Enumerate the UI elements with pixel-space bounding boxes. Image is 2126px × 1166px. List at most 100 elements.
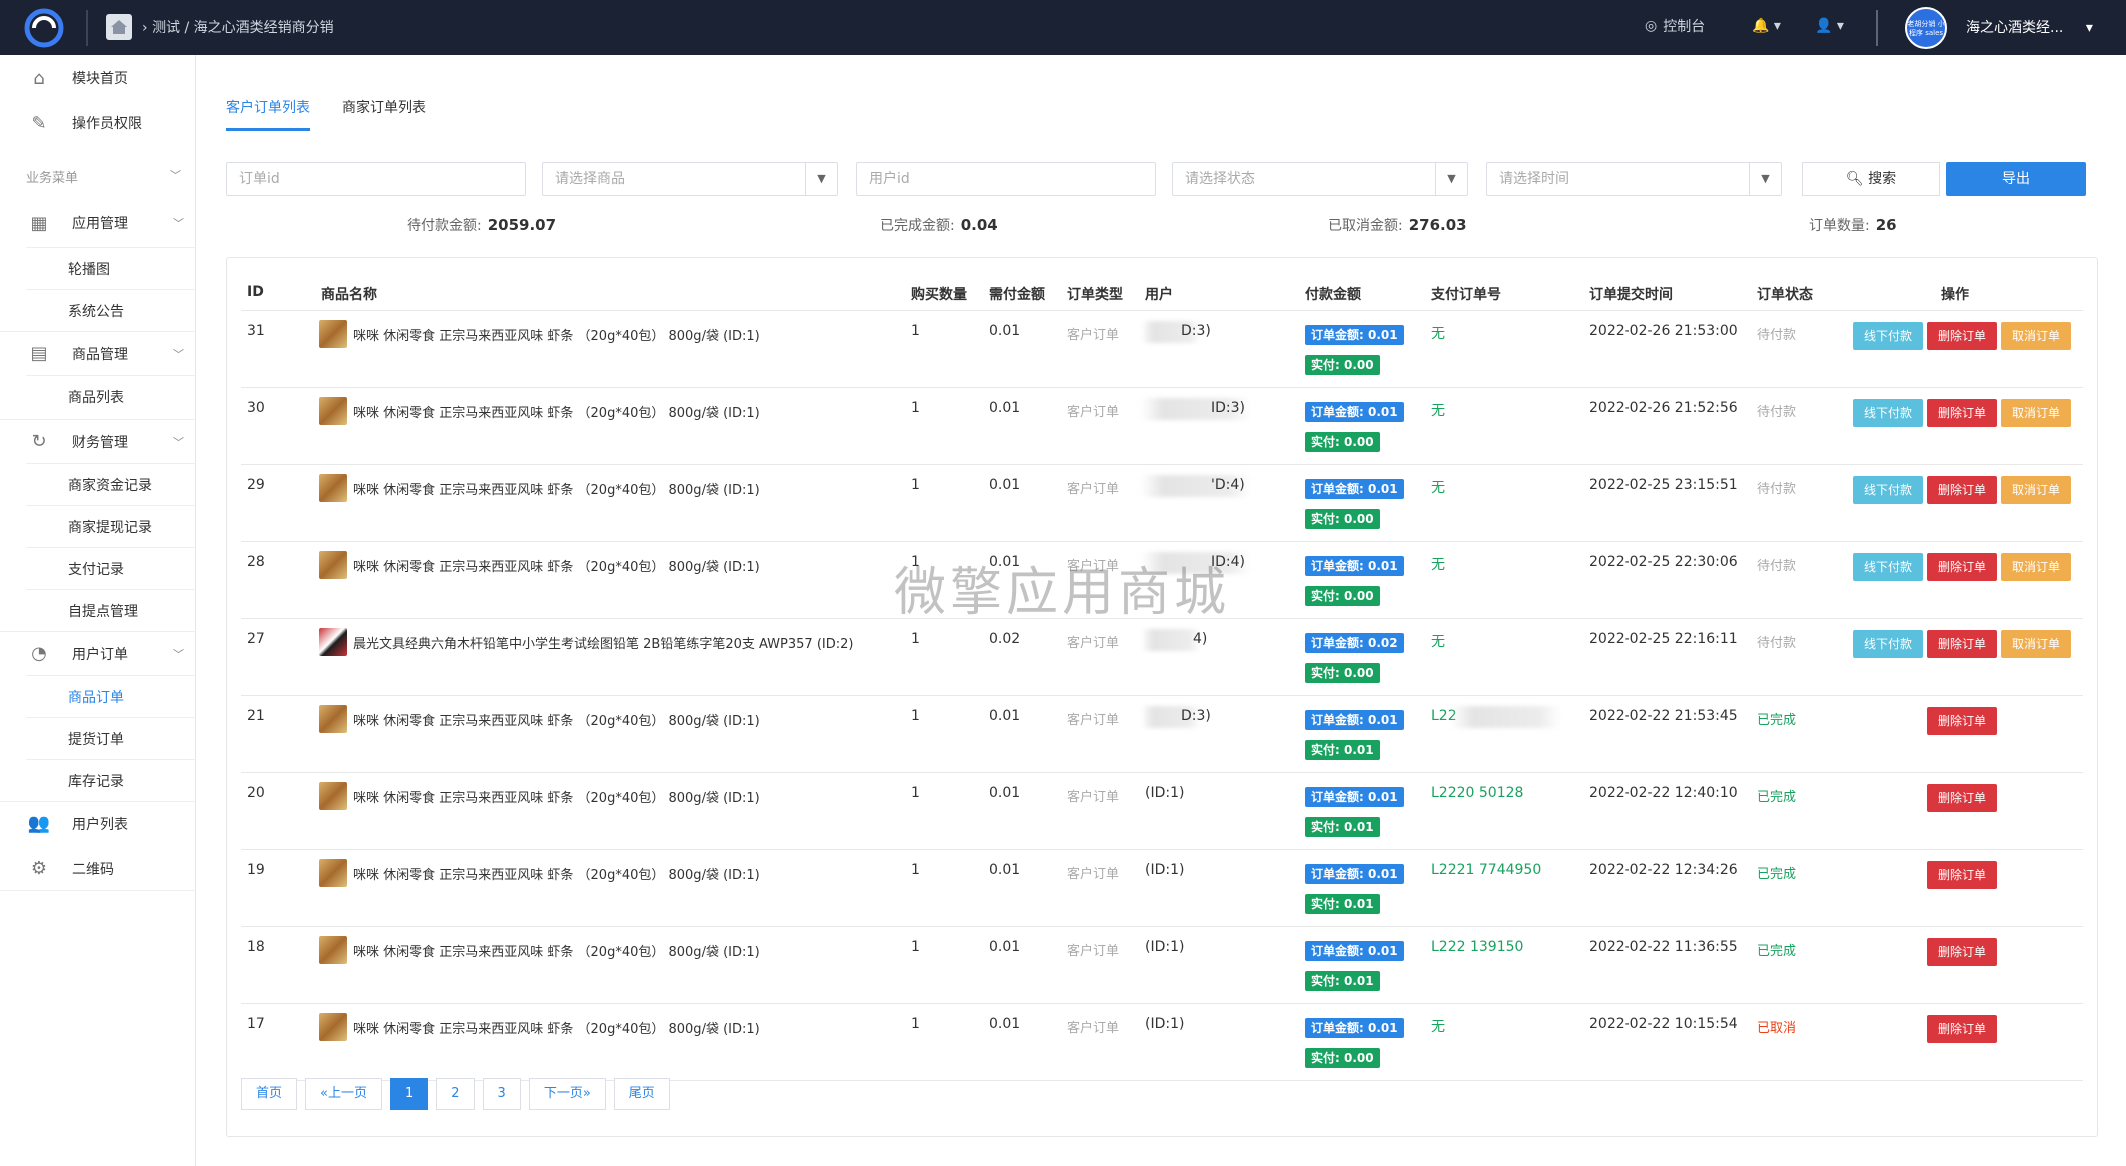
delete-order-button[interactable]: 删除订单: [1927, 707, 1997, 735]
order-id-input[interactable]: 订单id: [226, 162, 526, 196]
sidebar-sub-notice[interactable]: 系统公告: [26, 289, 196, 331]
delete-order-button[interactable]: 删除订单: [1927, 861, 1997, 889]
cell-pay-no: 无: [1431, 557, 1445, 573]
offline-pay-button[interactable]: 线下付款: [1853, 553, 1923, 581]
delete-order-button[interactable]: 删除订单: [1927, 1015, 1997, 1043]
sidebar-sub-goods-orders[interactable]: 商品订单: [26, 675, 196, 717]
cell-need-amount: 0.01: [989, 708, 1021, 724]
badge-value: 0.01: [1368, 1021, 1398, 1035]
delete-order-button[interactable]: 删除订单: [1927, 399, 1997, 427]
sidebar-item-user-list[interactable]: 👥 用户列表: [0, 801, 196, 845]
cell-user[interactable]: (ID:1): [1145, 862, 1184, 878]
control-panel-link[interactable]: ◎ 控制台: [1645, 16, 1705, 36]
paid-badge: 实付: 0.01: [1305, 740, 1380, 760]
sidebar-item-finance-mgmt[interactable]: ↻ 财务管理 ﹀: [0, 419, 196, 463]
sidebar-item-module-home[interactable]: ⌂ 模块首页: [0, 56, 196, 100]
sidebar-item-label: 用户订单: [72, 646, 128, 663]
stat-value: 276.03: [1408, 216, 1467, 234]
breadcrumb-text: 测试 / 海之心酒类经销商分销: [152, 20, 334, 36]
delete-order-button[interactable]: 删除订单: [1927, 322, 1997, 350]
sidebar-item-operator-permission[interactable]: ✎ 操作员权限: [0, 101, 196, 145]
cancel-order-button[interactable]: 取消订单: [2001, 476, 2071, 504]
page-3[interactable]: 3: [482, 1078, 521, 1110]
cell-user[interactable]: 4): [1193, 631, 1207, 647]
cell-goods[interactable]: 咪咪 休闲零食 正宗马来西亚风味 虾条 （20g*40包） 800g/袋 (ID…: [353, 556, 760, 575]
cell-goods[interactable]: 咪咪 休闲零食 正宗马来西亚风味 虾条 （20g*40包） 800g/袋 (ID…: [353, 710, 760, 729]
sidebar-sub-payment-records[interactable]: 支付记录: [26, 547, 196, 589]
time-select[interactable]: 请选择时间 ▼: [1486, 162, 1782, 196]
stat-value: 26: [1875, 216, 1897, 234]
cell-goods[interactable]: 咪咪 休闲零食 正宗马来西亚风味 虾条 （20g*40包） 800g/袋 (ID…: [353, 941, 760, 960]
cell-submit-time: 2022-02-22 12:40:10: [1589, 785, 1738, 801]
cancel-order-button[interactable]: 取消订单: [2001, 630, 2071, 658]
tab-customer-orders[interactable]: 客户订单列表: [226, 95, 310, 131]
goods-select[interactable]: 请选择商品 ▼: [542, 162, 838, 196]
cell-user[interactable]: ID:3): [1211, 400, 1245, 416]
cell-user[interactable]: (ID:1): [1145, 939, 1184, 955]
sidebar-sub-merchant-withdraw[interactable]: 商家提现记录: [26, 505, 196, 547]
cell-goods[interactable]: 咪咪 休闲零食 正宗马来西亚风味 虾条 （20g*40包） 800g/袋 (ID…: [353, 325, 760, 344]
tab-merchant-orders[interactable]: 商家订单列表: [342, 95, 426, 131]
sidebar-sub-pickup-orders[interactable]: 提货订单: [26, 717, 196, 759]
sidebar-group-business[interactable]: 业务菜单 ﹀: [26, 167, 196, 186]
cancel-order-button[interactable]: 取消订单: [2001, 553, 2071, 581]
cell-user[interactable]: (ID:1): [1145, 1016, 1184, 1032]
cell-goods[interactable]: 咪咪 休闲零食 正宗马来西亚风味 虾条 （20g*40包） 800g/袋 (ID…: [353, 479, 760, 498]
delete-order-button[interactable]: 删除订单: [1927, 784, 1997, 812]
offline-pay-button[interactable]: 线下付款: [1853, 399, 1923, 427]
cell-goods[interactable]: 咪咪 休闲零食 正宗马来西亚风味 虾条 （20g*40包） 800g/袋 (ID…: [353, 864, 760, 883]
delete-order-button[interactable]: 删除订单: [1927, 630, 1997, 658]
logo-icon[interactable]: [22, 6, 66, 50]
shop-dropdown[interactable]: 海之心酒类经... ▾: [1966, 17, 2093, 37]
paid-badge: 实付: 0.01: [1305, 817, 1380, 837]
sidebar-item-goods-mgmt[interactable]: ▤ 商品管理 ﹀: [0, 331, 196, 375]
bell-icon[interactable]: 🔔 ▾: [1752, 18, 1781, 34]
sidebar-sub-stock-records[interactable]: 库存记录: [26, 759, 196, 801]
cell-qty: 1: [911, 631, 920, 647]
search-button[interactable]: 🔍︎ 搜索: [1802, 162, 1940, 196]
cell-goods[interactable]: 咪咪 休闲零食 正宗马来西亚风味 虾条 （20g*40包） 800g/袋 (ID…: [353, 1018, 760, 1037]
cell-submit-time: 2022-02-26 21:52:56: [1589, 400, 1738, 416]
delete-order-button[interactable]: 删除订单: [1927, 553, 1997, 581]
cell-user[interactable]: 'D:4): [1211, 477, 1245, 493]
offline-pay-button[interactable]: 线下付款: [1853, 476, 1923, 504]
cell-need-amount: 0.01: [989, 477, 1021, 493]
home-icon[interactable]: [106, 14, 132, 40]
cell-id: 20: [247, 785, 265, 801]
cell-goods[interactable]: 咪咪 休闲零食 正宗马来西亚风味 虾条 （20g*40包） 800g/袋 (ID…: [353, 787, 760, 806]
cell-user[interactable]: D:3): [1181, 323, 1211, 339]
page-last[interactable]: 尾页: [613, 1078, 670, 1110]
page-prev[interactable]: «上一页: [305, 1078, 382, 1110]
cell-qty: 1: [911, 708, 920, 724]
cell-qty: 1: [911, 477, 920, 493]
sidebar-item-user-orders[interactable]: ◔ 用户订单 ﹀: [0, 631, 196, 675]
page-2[interactable]: 2: [436, 1078, 475, 1110]
delete-order-button[interactable]: 删除订单: [1927, 476, 1997, 504]
offline-pay-button[interactable]: 线下付款: [1853, 322, 1923, 350]
sidebar-sub-banner[interactable]: 轮播图: [26, 247, 196, 289]
page-1[interactable]: 1: [389, 1078, 429, 1110]
sidebar-item-qrcode[interactable]: ⚙ 二维码: [0, 847, 196, 891]
user-icon[interactable]: 👤 ▾: [1815, 18, 1844, 34]
cell-goods[interactable]: 咪咪 休闲零食 正宗马来西亚风味 虾条 （20g*40包） 800g/袋 (ID…: [353, 402, 760, 421]
sidebar-sub-merchant-funds[interactable]: 商家资金记录: [26, 463, 196, 505]
status-select[interactable]: 请选择状态 ▼: [1172, 162, 1468, 196]
sidebar-sub-pickup-points[interactable]: 自提点管理: [26, 589, 196, 631]
cell-goods[interactable]: 晨光文具经典六角木杆铅笔中小学生考试绘图铅笔 2B铅笔练字笔20支 AWP357…: [353, 633, 853, 652]
page-first[interactable]: 首页: [241, 1078, 298, 1110]
sidebar-item-app-mgmt[interactable]: ▦ 应用管理 ﹀: [0, 201, 196, 245]
offline-pay-button[interactable]: 线下付款: [1853, 630, 1923, 658]
badge-value: 0.01: [1368, 713, 1398, 727]
delete-order-button[interactable]: 删除订单: [1927, 938, 1997, 966]
sidebar-sub-goods-list[interactable]: 商品列表: [26, 375, 196, 417]
user-id-input[interactable]: 用户id: [856, 162, 1156, 196]
cancel-order-button[interactable]: 取消订单: [2001, 399, 2071, 427]
page-next[interactable]: 下一页»: [528, 1078, 606, 1110]
badge-value: 0.00: [1344, 589, 1374, 603]
avatar[interactable]: 老胡分销 小程序 sales: [1905, 7, 1947, 49]
cell-user[interactable]: D:3): [1181, 708, 1211, 724]
export-button[interactable]: 导出: [1946, 162, 2086, 196]
cell-user[interactable]: (ID:1): [1145, 785, 1184, 801]
cancel-order-button[interactable]: 取消订单: [2001, 322, 2071, 350]
status-badge: 已完成: [1757, 713, 1797, 728]
